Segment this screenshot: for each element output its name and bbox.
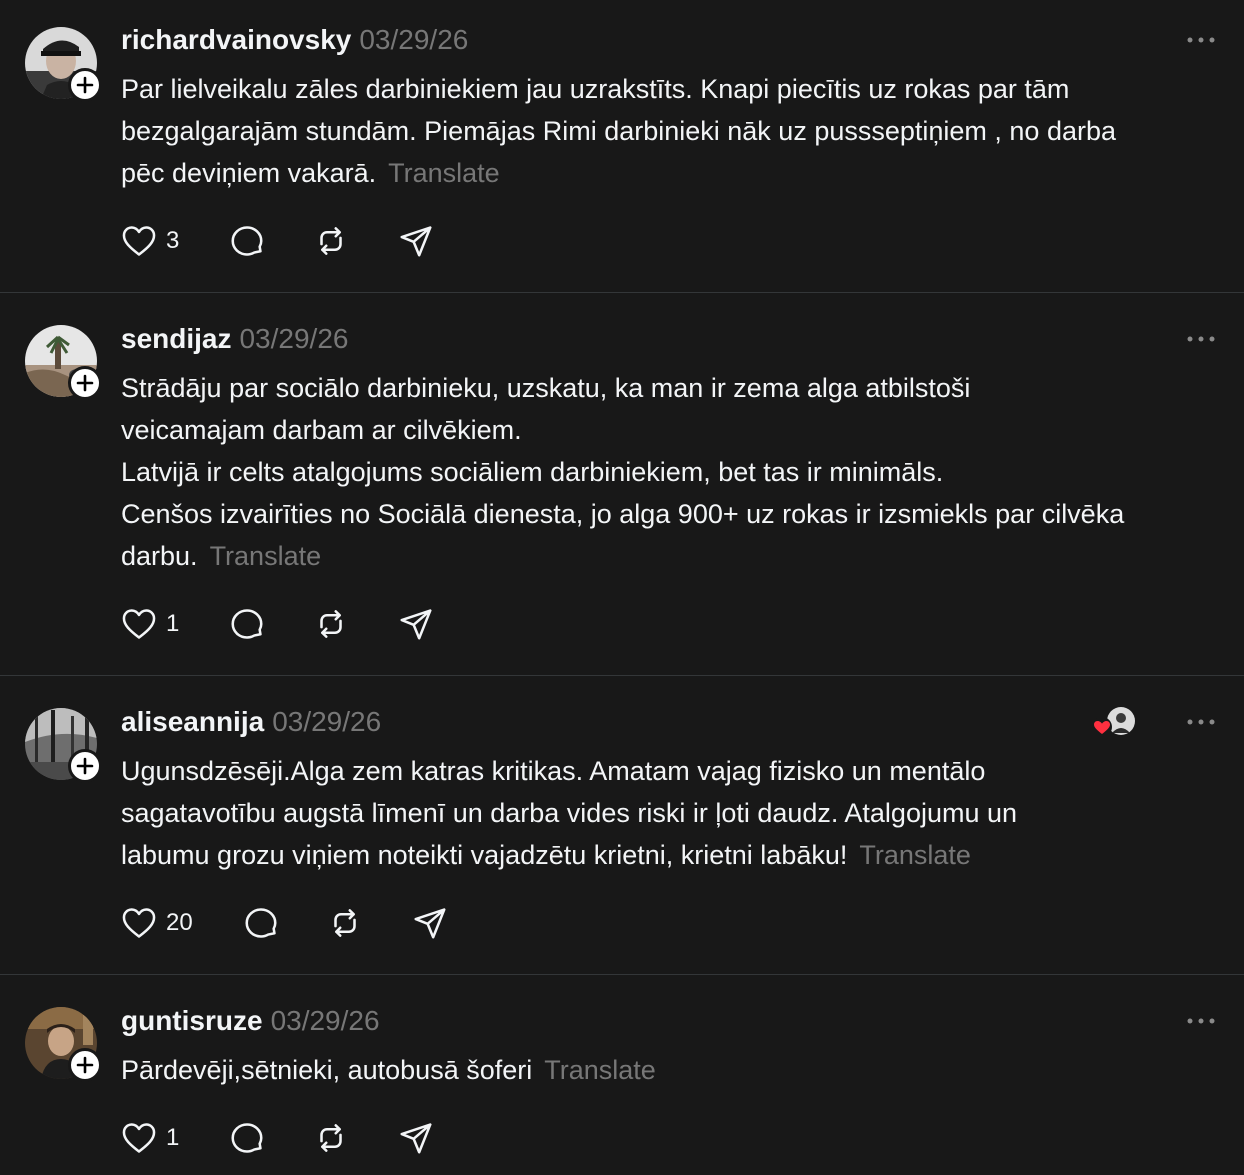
reply-button[interactable]: [228, 1118, 266, 1158]
post-text: Strādāju par sociālo darbinieku, uzskatu…: [121, 367, 1221, 577]
post-text: Ugunsdzēsēji.Alga zem katras kritikas. A…: [121, 750, 1221, 876]
post-card: aliseannija 03/29/26 Ugunsdzēsēji.Alga ze…: [0, 676, 1244, 975]
post-date: 03/29/26: [359, 24, 469, 55]
repost-icon: [312, 222, 350, 260]
post-text-line: labumu grozu viņiem noteikti vajadzētu k…: [121, 840, 971, 870]
post-date: 03/29/26: [239, 323, 349, 354]
comment-icon: [228, 1119, 266, 1157]
post-text-line: Strādāju par sociālo darbinieku, uzskatu…: [121, 373, 971, 403]
comment-icon: [242, 904, 280, 942]
post-text-line: Cenšos izvairīties no Sociālā dienesta, …: [121, 499, 1125, 529]
repost-button[interactable]: [312, 221, 350, 261]
post-text-line: pēc deviņiem vakarā. Translate: [121, 158, 500, 188]
post-text-line: Ugunsdzēsēji.Alga zem katras kritikas. A…: [121, 756, 986, 786]
share-button[interactable]: [397, 221, 435, 261]
like-button[interactable]: 1: [120, 604, 179, 644]
repost-button[interactable]: [326, 903, 364, 943]
post-card: sendijaz 03/29/26 Strādāju par sociālo da…: [0, 293, 1244, 676]
heart-icon: [120, 605, 158, 643]
more-dots-icon[interactable]: [1186, 712, 1216, 732]
share-button[interactable]: [411, 903, 449, 943]
post-text-line: veicamajam darbam ar cilvēkiem.: [121, 415, 522, 445]
avatar-container[interactable]: [25, 325, 102, 400]
post-text: Par lielveikalu zāles darbiniekiem jau u…: [121, 68, 1221, 194]
heart-icon: [120, 1119, 158, 1157]
threads-feed: richardvainovsky 03/29/26 Par lielveikalu…: [0, 0, 1244, 1175]
post-text-line: Latvijā ir celts atalgojums sociāliem da…: [121, 457, 944, 487]
follow-plus-icon[interactable]: [68, 1048, 102, 1082]
reply-button[interactable]: [228, 221, 266, 261]
heart-icon: [120, 222, 158, 260]
username[interactable]: richardvainovsky 03/29/26: [121, 24, 468, 56]
post-text-line: sagatavotību augstā līmenī un darba vide…: [121, 798, 1018, 828]
username[interactable]: aliseannija 03/29/26: [121, 706, 381, 738]
like-count: 20: [166, 909, 193, 936]
comment-icon: [228, 222, 266, 260]
repost-button[interactable]: [312, 1118, 350, 1158]
avatar-container[interactable]: [25, 27, 102, 102]
liked-by-avatars[interactable]: [1090, 705, 1138, 739]
share-button[interactable]: [397, 604, 435, 644]
like-button[interactable]: 20: [120, 903, 193, 943]
repost-button[interactable]: [312, 604, 350, 644]
like-count: 1: [166, 610, 180, 637]
translate-link[interactable]: Translate: [544, 1055, 656, 1085]
repost-icon: [312, 1119, 350, 1157]
like-count: 1: [166, 1124, 180, 1151]
share-button[interactable]: [397, 1118, 435, 1158]
more-dots-icon[interactable]: [1186, 329, 1216, 349]
username[interactable]: guntisruze 03/29/26: [121, 1005, 380, 1037]
send-icon: [397, 1119, 435, 1157]
post-text-line: Par lielveikalu zāles darbiniekiem jau u…: [121, 74, 1070, 104]
reply-button[interactable]: [228, 604, 266, 644]
post-card: richardvainovsky 03/29/26 Par lielveikalu…: [0, 0, 1244, 293]
username[interactable]: sendijaz 03/29/26: [121, 323, 348, 355]
follow-plus-icon[interactable]: [68, 749, 102, 783]
send-icon: [411, 904, 449, 942]
post-text-line: darbu. Translate: [121, 541, 322, 571]
post-text-line: bezgalgarajām stundām. Piemājas Rimi dar…: [121, 116, 1117, 146]
like-count: 3: [166, 227, 180, 254]
like-button[interactable]: 3: [120, 221, 179, 261]
avatar-container[interactable]: [25, 1007, 102, 1082]
follow-plus-icon[interactable]: [68, 68, 102, 102]
repost-icon: [312, 605, 350, 643]
repost-icon: [326, 904, 364, 942]
post-text-line: Pārdevēji,sētnieki, autobusā šoferi Trans…: [121, 1055, 656, 1085]
post-card: guntisruze 03/29/26 Pārdevēji,sētnieki, a…: [0, 975, 1244, 1175]
translate-link[interactable]: Translate: [859, 840, 971, 870]
avatar-container[interactable]: [25, 708, 102, 783]
send-icon: [397, 222, 435, 260]
send-icon: [397, 605, 435, 643]
translate-link[interactable]: Translate: [210, 541, 322, 571]
post-date: 03/29/26: [272, 706, 382, 737]
follow-plus-icon[interactable]: [68, 366, 102, 400]
like-button[interactable]: 1: [120, 1118, 179, 1158]
post-date: 03/29/26: [270, 1005, 380, 1036]
comment-icon: [228, 605, 266, 643]
post-text: Pārdevēji,sētnieki, autobusā šoferi Trans…: [121, 1049, 1221, 1091]
more-dots-icon[interactable]: [1186, 1011, 1216, 1031]
translate-link[interactable]: Translate: [388, 158, 500, 188]
reply-button[interactable]: [242, 903, 280, 943]
heart-icon: [120, 904, 158, 942]
more-dots-icon[interactable]: [1186, 30, 1216, 50]
